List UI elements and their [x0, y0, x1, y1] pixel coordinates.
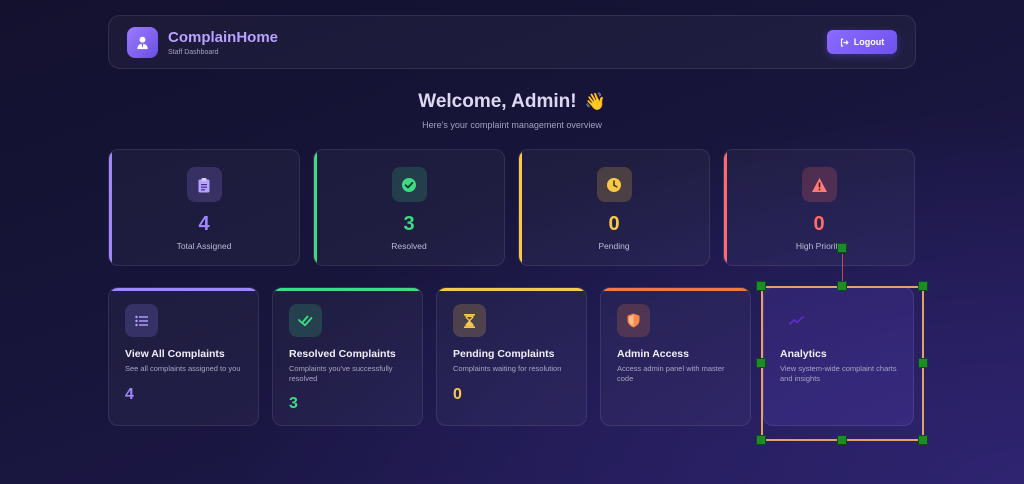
- list-icon: [125, 304, 158, 337]
- stat-pending: 0 Pending: [518, 149, 710, 266]
- card-title: Analytics: [780, 348, 827, 360]
- brand-subtitle: Staff Dashboard: [168, 48, 219, 56]
- stat-label: Pending: [598, 241, 630, 251]
- clock-icon: [596, 167, 632, 202]
- card-description: See all complaints assigned to you: [125, 364, 241, 373]
- logout-label: Logout: [853, 37, 885, 47]
- wave-icon: 👋: [584, 92, 606, 111]
- stat-value: 0: [813, 213, 825, 235]
- stat-high-priority: 0 High Priority: [723, 149, 915, 266]
- hourglass-icon: [453, 304, 486, 337]
- user-tie-icon: [137, 36, 148, 49]
- welcome-title: Welcome, Admin!: [418, 91, 577, 112]
- brand-title: ComplainHome: [168, 28, 279, 46]
- stat-value: 0: [608, 213, 620, 235]
- card-description: Complaints you've successfully resolved: [289, 364, 393, 383]
- warning-icon: [801, 167, 837, 202]
- resize-handle-bottom-right[interactable]: [918, 435, 928, 445]
- resize-handle-bottom-left[interactable]: [756, 435, 766, 445]
- double-check-icon: [289, 304, 322, 337]
- resize-handle-right[interactable]: [918, 358, 928, 368]
- stat-label: High Priority: [795, 241, 843, 251]
- card-description: View system-wide complaint charts and in…: [780, 364, 897, 383]
- card-description: Access admin panel with master code: [617, 364, 725, 383]
- stat-value: 3: [403, 213, 415, 235]
- card-title: View All Complaints: [125, 348, 225, 360]
- stat-value: 4: [198, 213, 210, 235]
- card-count: 4: [125, 385, 134, 403]
- card-pending-complaints[interactable]: Pending Complaints Complaints waiting fo…: [436, 287, 587, 426]
- card-description: Complaints waiting for resolution: [453, 364, 562, 373]
- rotation-handle[interactable]: [837, 243, 847, 253]
- card-count: 0: [453, 385, 462, 403]
- logo: [127, 26, 158, 58]
- card-analytics[interactable]: Analytics View system-wide complaint cha…: [763, 287, 914, 426]
- card-view-all-complaints[interactable]: View All Complaints See all complaints a…: [108, 287, 259, 426]
- logout-icon: [840, 38, 849, 46]
- card-title: Resolved Complaints: [289, 348, 396, 360]
- card-resolved-complaints[interactable]: Resolved Complaints Complaints you've su…: [272, 287, 423, 426]
- resize-handle-left[interactable]: [756, 358, 766, 368]
- resize-handle-top[interactable]: [837, 281, 847, 291]
- top-header: ComplainHome Staff Dashboard Logout: [108, 15, 916, 69]
- welcome-heading: Welcome, Admin! 👋: [0, 91, 1024, 113]
- check-circle-icon: [391, 167, 427, 202]
- clipboard-icon: [186, 167, 222, 202]
- stat-total-assigned: 4 Total Assigned: [108, 149, 300, 266]
- stat-resolved: 3 Resolved: [313, 149, 505, 266]
- stat-label: Resolved: [391, 241, 427, 251]
- card-title: Pending Complaints: [453, 348, 555, 360]
- resize-handle-top-left[interactable]: [756, 281, 766, 291]
- chart-icon: [780, 304, 813, 337]
- card-admin-access[interactable]: Admin Access Access admin panel with mas…: [600, 287, 751, 426]
- stat-label: Total Assigned: [176, 241, 232, 251]
- card-count: 3: [289, 395, 298, 412]
- resize-handle-top-right[interactable]: [918, 281, 928, 291]
- resize-handle-bottom[interactable]: [837, 435, 847, 445]
- logout-button[interactable]: Logout: [827, 30, 897, 54]
- welcome-subtitle: Here's your complaint management overvie…: [422, 120, 602, 130]
- shield-icon: [617, 304, 650, 337]
- card-title: Admin Access: [617, 348, 689, 360]
